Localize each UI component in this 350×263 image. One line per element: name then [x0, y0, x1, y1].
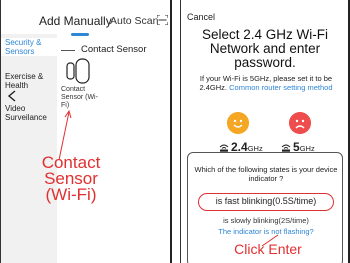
active-tab-indicator: [71, 33, 89, 36]
router-icon: [281, 144, 291, 152]
click-enter-callout: Click Enter: [234, 241, 302, 257]
fast-blinking-option[interactable]: is fast blinking(0.5S/time): [198, 193, 334, 211]
section-title: Contact Sensor: [81, 44, 147, 55]
tab-add-manually[interactable]: Add Manually: [39, 14, 112, 28]
scan-icon[interactable]: [157, 15, 168, 25]
back-icon[interactable]: [7, 90, 17, 102]
slow-blinking-option[interactable]: is slowly blinking(2S/time): [194, 216, 338, 225]
tab-auto-scan[interactable]: Auto Scan: [110, 15, 158, 27]
page-title: Select 2.4 GHz Wi-Fi Network and enter p…: [201, 27, 329, 70]
smile-icon: [227, 112, 249, 134]
header: Add Manually Auto Scan: [1, 6, 170, 36]
cancel-button[interactable]: Cancel: [187, 12, 215, 22]
sidebar-item-exercise-health[interactable]: Exercise & Health: [5, 72, 57, 90]
indicator-question: Which of the following states is your de…: [194, 165, 338, 183]
contact-sensor-icon[interactable]: [65, 57, 95, 85]
device-label[interactable]: Contact Sensor (Wi-Fi): [61, 86, 101, 110]
sad-face-icon: [289, 112, 311, 134]
indicator-state-card: Which of the following states is your de…: [187, 152, 343, 263]
router-setting-link[interactable]: Common router setting method: [229, 83, 332, 92]
add-device-screen: Add Manually Auto Scan Security & Sensor…: [0, 0, 172, 263]
callout-label: Contact Sensor (Wi-Fi): [41, 153, 101, 204]
sidebar-item-security-sensors[interactable]: Security & Sensors: [1, 38, 57, 56]
divider: [61, 50, 75, 51]
wifi-setup-screen: Cancel Select 2.4 GHz Wi-Fi Network and …: [180, 0, 350, 263]
router-icon: [219, 144, 229, 152]
wifi-note: If your Wi-Fi is 5GHz, please set it to …: [191, 74, 341, 92]
section-header: Contact Sensor: [61, 44, 169, 56]
